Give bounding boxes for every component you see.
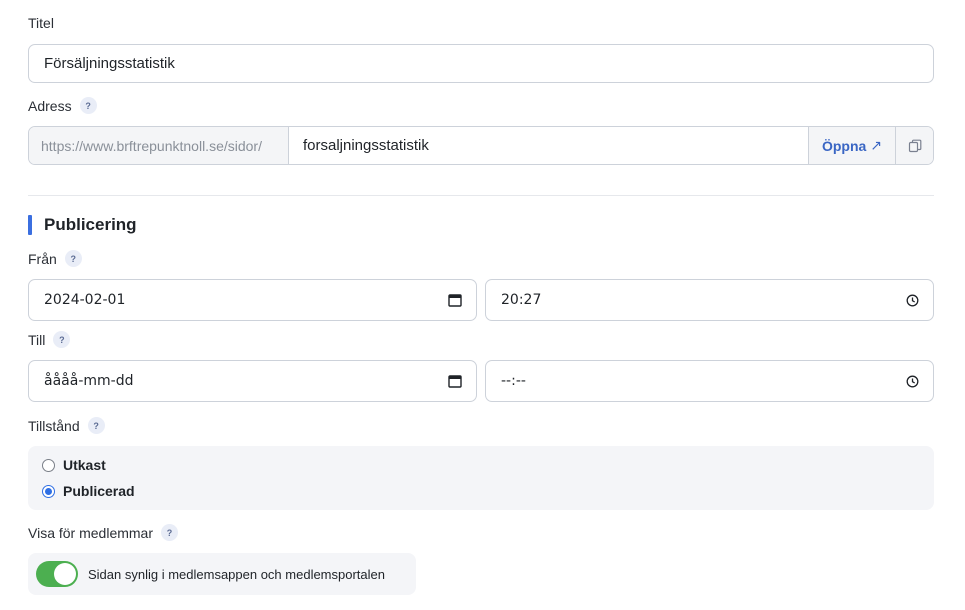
radio-published[interactable] xyxy=(42,484,55,498)
members-visibility-toggle[interactable] xyxy=(36,561,78,587)
open-page-button[interactable]: Öppna ↗ xyxy=(808,127,895,164)
to-date-input[interactable]: åååå-mm-dd xyxy=(28,360,477,402)
publishing-heading: Publicering xyxy=(28,215,137,235)
state-help-icon[interactable]: ? xyxy=(87,417,105,434)
members-toggle-text: Sidan synlig i medlemsappen och medlemsp… xyxy=(88,566,385,582)
copy-address-button[interactable] xyxy=(895,127,933,164)
section-divider xyxy=(28,195,934,196)
state-label-text: Tillstånd xyxy=(28,417,80,434)
clock-icon[interactable] xyxy=(906,294,919,307)
to-label-text: Till xyxy=(28,331,46,348)
section-accent-bar xyxy=(28,215,32,235)
title-input[interactable]: Försäljningsstatistik xyxy=(28,44,934,83)
members-label-text: Visa för medlemmar xyxy=(28,524,154,541)
address-label: Adress ? xyxy=(28,97,97,114)
radio-published-label[interactable]: Publicerad xyxy=(63,483,135,499)
address-label-text: Adress xyxy=(28,97,72,114)
from-help-icon[interactable]: ? xyxy=(64,250,82,267)
address-help-icon[interactable]: ? xyxy=(79,97,97,114)
title-label: Titel xyxy=(28,15,54,31)
to-date-value: åååå-mm-dd xyxy=(44,373,134,389)
radio-option-published[interactable]: Publicerad xyxy=(42,483,135,499)
from-label: Från ? xyxy=(28,250,82,267)
members-label: Visa för medlemmar ? xyxy=(28,524,179,541)
from-date-value: 2024-02-01 xyxy=(44,292,126,308)
calendar-icon[interactable] xyxy=(448,374,462,388)
clock-icon[interactable] xyxy=(906,375,919,388)
title-input-value: Försäljningsstatistik xyxy=(44,55,175,72)
address-slug-value: forsaljningsstatistik xyxy=(303,137,429,154)
state-label: Tillstånd ? xyxy=(28,417,105,434)
from-time-value: 20:27 xyxy=(501,292,542,308)
open-page-label: Öppna xyxy=(821,137,867,154)
address-slug-input[interactable]: forsaljningsstatistik xyxy=(289,127,808,164)
publishing-heading-text: Publicering xyxy=(44,215,137,234)
calendar-icon[interactable] xyxy=(448,293,462,307)
address-group: https://www.brftrepunktnoll.se/sidor/ fo… xyxy=(28,126,934,165)
title-label-text: Titel xyxy=(28,15,54,31)
radio-option-draft[interactable]: Utkast xyxy=(42,457,106,473)
to-label: Till ? xyxy=(28,331,71,348)
copy-icon xyxy=(908,139,921,152)
members-help-icon[interactable]: ? xyxy=(161,524,179,541)
from-time-input[interactable]: 20:27 xyxy=(485,279,934,321)
state-radio-group: Utkast Publicerad xyxy=(28,446,934,510)
radio-draft[interactable] xyxy=(42,458,55,472)
address-prefix: https://www.brftrepunktnoll.se/sidor/ xyxy=(29,127,289,164)
from-label-text: Från xyxy=(28,250,57,267)
to-time-value: --:-- xyxy=(501,373,526,389)
members-toggle-group: Sidan synlig i medlemsappen och medlemsp… xyxy=(28,553,416,595)
to-help-icon[interactable]: ? xyxy=(53,331,71,348)
external-link-icon: ↗ xyxy=(870,137,883,153)
radio-draft-label[interactable]: Utkast xyxy=(63,457,106,473)
to-time-input[interactable]: --:-- xyxy=(485,360,934,402)
from-date-input[interactable]: 2024-02-01 xyxy=(28,279,477,321)
